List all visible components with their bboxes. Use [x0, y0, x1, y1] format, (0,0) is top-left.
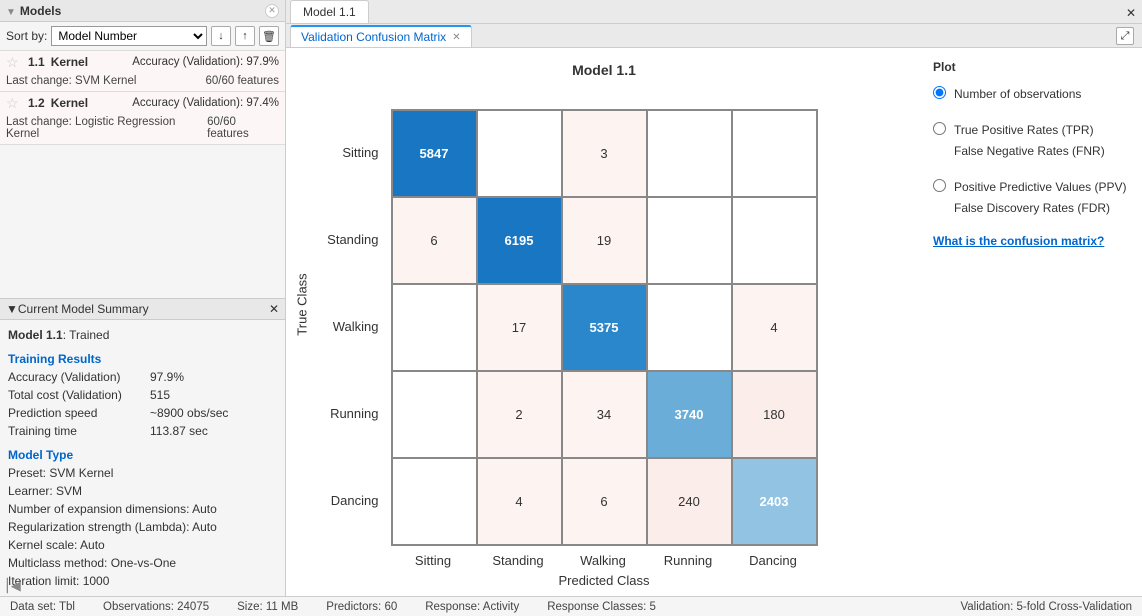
matrix-cell — [647, 110, 732, 197]
subtab-close-icon[interactable]: ✕ — [452, 32, 460, 43]
matrix-cell — [392, 371, 477, 458]
summary-close-icon[interactable]: ✕ — [269, 302, 279, 316]
delete-icon[interactable]: 🗑 — [259, 26, 279, 46]
chart-title: Model 1.1 — [286, 62, 922, 78]
main-close-icon[interactable]: ✕ — [1126, 6, 1136, 20]
status-predictors: Predictors: 60 — [326, 601, 397, 613]
radio-tpr-fnr[interactable] — [933, 122, 946, 135]
plot-opt-observations[interactable]: Number of observations — [933, 84, 1132, 104]
summary-line: Kernel scale: Auto — [8, 536, 277, 554]
matrix-cell: 6 — [392, 197, 477, 284]
status-response: Response: Activity — [425, 601, 519, 613]
status-validation: Validation: 5-fold Cross-Validation — [960, 601, 1132, 613]
models-panel-header: ▼Models ✕ — [0, 0, 285, 22]
confusion-matrix: 58473661951917537542343740180462402403 — [391, 109, 818, 546]
summary-kv: Accuracy (Validation)97.9% — [8, 368, 277, 386]
status-size: Size: 11 MB — [237, 601, 298, 613]
model-item[interactable]: ☆1.2KernelAccuracy (Validation): 97.4%La… — [0, 92, 285, 145]
summary-line: Iteration limit: 1000 — [8, 572, 277, 590]
summary-line: Learner: SVM — [8, 482, 277, 500]
status-response-classes: Response Classes: 5 — [547, 601, 656, 613]
status-observations: Observations: 24075 — [103, 601, 209, 613]
matrix-cell: 180 — [732, 371, 817, 458]
sort-label: Sort by: — [6, 29, 47, 43]
row-label: Walking — [305, 283, 385, 370]
summary-title: Current Model Summary — [18, 302, 149, 316]
tab-model[interactable]: Model 1.1 — [290, 0, 369, 23]
expand-icon[interactable]: ⤢ — [1116, 27, 1134, 45]
summary-kv: Prediction speed~8900 obs/sec — [8, 404, 277, 422]
models-close-icon[interactable]: ✕ — [265, 4, 279, 18]
summary-body: Model 1.1: Trained Training Results Accu… — [0, 320, 285, 596]
matrix-cell: 5375 — [562, 284, 647, 371]
matrix-cell: 2 — [477, 371, 562, 458]
row-label: Running — [305, 370, 385, 457]
radio-ppv-fdr[interactable] — [933, 179, 946, 192]
row-label: Dancing — [305, 457, 385, 544]
summary-kv: Total cost (Validation)515 — [8, 386, 277, 404]
summary-line: Regularization strength (Lambda): Auto — [8, 518, 277, 536]
matrix-cell: 17 — [477, 284, 562, 371]
matrix-cell: 2403 — [732, 458, 817, 545]
x-axis-label: Predicted Class — [391, 573, 818, 588]
matrix-cell: 6195 — [477, 197, 562, 284]
status-bar: Data set: Tbl Observations: 24075 Size: … — [0, 596, 1142, 616]
plot-header: Plot — [933, 60, 1132, 74]
summary-line: Multiclass method: One-vs-One — [8, 554, 277, 572]
collapse-icon[interactable]: ⎮◀ — [4, 578, 21, 594]
model-item[interactable]: ☆1.1KernelAccuracy (Validation): 97.9%La… — [0, 51, 285, 92]
summary-line: Number of expansion dimensions: Auto — [8, 500, 277, 518]
star-icon[interactable]: ☆ — [6, 54, 22, 70]
matrix-cell — [647, 284, 732, 371]
col-label: Sitting — [391, 553, 476, 568]
matrix-cell — [732, 197, 817, 284]
status-dataset: Data set: Tbl — [10, 601, 75, 613]
matrix-cell — [647, 197, 732, 284]
col-label: Dancing — [731, 553, 816, 568]
models-title: Models — [20, 4, 61, 18]
star-icon[interactable]: ☆ — [6, 95, 22, 111]
row-label: Standing — [305, 196, 385, 283]
matrix-cell — [477, 110, 562, 197]
matrix-cell — [732, 110, 817, 197]
sort-select[interactable]: Model Number — [51, 26, 207, 46]
row-label: Sitting — [305, 109, 385, 196]
model-type-header: Model Type — [8, 448, 277, 462]
matrix-cell: 3 — [562, 110, 647, 197]
sort-up-icon[interactable]: ↑ — [235, 26, 255, 46]
matrix-cell: 4 — [477, 458, 562, 545]
matrix-cell: 5847 — [392, 110, 477, 197]
matrix-cell: 4 — [732, 284, 817, 371]
summary-line: Preset: SVM Kernel — [8, 464, 277, 482]
matrix-cell — [392, 284, 477, 371]
plot-opt-ppv-fdr[interactable]: Positive Predictive Values (PPV)False Di… — [933, 177, 1132, 218]
training-results-header: Training Results — [8, 352, 277, 366]
matrix-cell: 19 — [562, 197, 647, 284]
sort-down-icon[interactable]: ↓ — [211, 26, 231, 46]
matrix-cell: 6 — [562, 458, 647, 545]
summary-model-name: Model 1.1 — [8, 328, 63, 342]
matrix-cell: 34 — [562, 371, 647, 458]
col-label: Standing — [476, 553, 561, 568]
col-label: Walking — [561, 553, 646, 568]
matrix-cell: 240 — [647, 458, 732, 545]
matrix-cell: 3740 — [647, 371, 732, 458]
tab-confusion-matrix[interactable]: Validation Confusion Matrix ✕ — [290, 25, 472, 47]
confusion-matrix-help-link[interactable]: What is the confusion matrix? — [933, 234, 1132, 248]
matrix-cell — [392, 458, 477, 545]
summary-kv: Training time113.87 sec — [8, 422, 277, 440]
col-label: Running — [646, 553, 731, 568]
radio-observations[interactable] — [933, 86, 946, 99]
summary-panel-header: ▼Current Model Summary ✕ — [0, 298, 285, 320]
plot-opt-tpr-fnr[interactable]: True Positive Rates (TPR)False Negative … — [933, 120, 1132, 161]
